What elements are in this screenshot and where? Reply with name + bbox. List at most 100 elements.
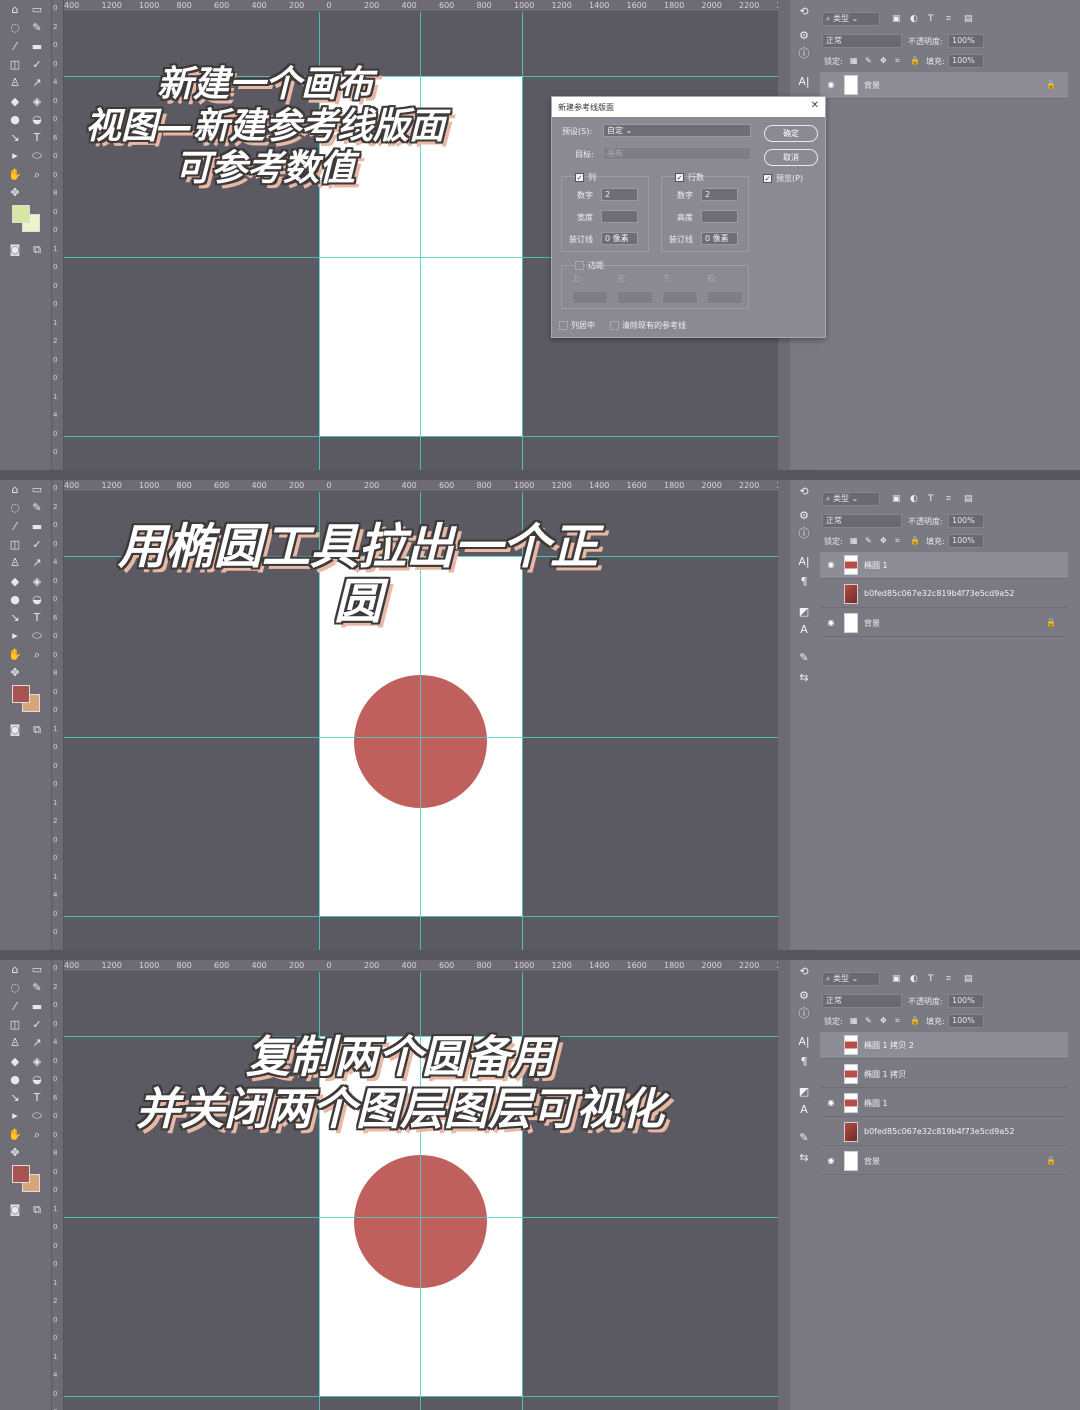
lock-pixels-icon[interactable]: ✎ [865, 536, 872, 545]
fill-field[interactable]: 100% [948, 1014, 984, 1028]
crop-icon[interactable]: ◫ [6, 537, 24, 553]
lock-position-icon[interactable]: ✥ [880, 56, 887, 65]
brush-panel-icon[interactable]: ✎ [796, 650, 812, 666]
hand-icon[interactable]: ✋ [6, 167, 24, 183]
move-tool-icon[interactable]: ✥ [6, 665, 24, 681]
layer-name[interactable]: 椭圆 1 拷贝 2 [864, 1040, 914, 1051]
shape-icon[interactable]: ⬭ [28, 628, 46, 644]
layer-visibility-eye-icon[interactable]: ◉ [826, 618, 836, 628]
pixel-filter-icon[interactable]: ▣ [892, 14, 901, 24]
crop-icon[interactable]: ◫ [6, 57, 24, 73]
layer-name[interactable]: 背景 [864, 1156, 880, 1167]
type-icon[interactable]: T [28, 1090, 46, 1106]
margin-left-field[interactable] [617, 291, 653, 304]
guide-vertical[interactable] [522, 12, 523, 470]
brush-panel-icon[interactable]: ✎ [796, 1130, 812, 1146]
center-columns-checkbox[interactable] [559, 321, 568, 330]
layer-name[interactable]: 椭圆 1 [864, 560, 888, 571]
marquee-icon[interactable]: ▭ [28, 482, 46, 498]
blend-mode-select[interactable]: 正常 [822, 994, 902, 1008]
path-select-icon[interactable]: ▸ [6, 148, 24, 164]
layer-visibility-eye-icon[interactable]: ◉ [826, 1098, 836, 1108]
layer-filter-select[interactable]: ⌕ 类型 ⌄ [822, 492, 880, 506]
preset-select[interactable]: 自定 ⌄ [603, 124, 751, 137]
swatch-panel-icon[interactable]: ◩ [796, 1084, 812, 1100]
marquee-icon[interactable]: ▭ [28, 2, 46, 18]
history-panel-icon[interactable]: ⟲ [796, 4, 812, 20]
pixel-filter-icon[interactable]: ▣ [892, 494, 901, 504]
move-icon[interactable]: ⌂ [6, 962, 24, 978]
hand-icon[interactable]: ✋ [6, 647, 24, 663]
path-select-icon[interactable]: ▸ [6, 628, 24, 644]
layer-row[interactable]: b0fed85c067e32c819b4f73e5cd9a52 [820, 581, 1068, 608]
path-select-icon[interactable]: ▸ [6, 1108, 24, 1124]
eraser-icon[interactable]: ◆ [6, 94, 24, 110]
quick-mask-icon[interactable]: ◙ [6, 1202, 24, 1218]
columns-checkbox[interactable]: ✓ [575, 173, 584, 182]
blend-mode-select[interactable]: 正常 [822, 514, 902, 528]
eraser-icon[interactable]: ◆ [6, 574, 24, 590]
adjustments-icon[interactable]: ⚙ [796, 508, 812, 524]
columns-gutter-field[interactable]: 0 像素 [601, 232, 638, 245]
opacity-field[interactable]: 100% [948, 34, 984, 48]
lasso-icon[interactable]: ◌ [6, 20, 24, 36]
cancel-button[interactable]: 取消 [764, 149, 818, 166]
stamp-icon[interactable]: ♙ [6, 1035, 24, 1051]
glyphs-icon[interactable]: A [796, 1102, 812, 1118]
margin-checkbox[interactable] [575, 261, 584, 270]
adjustments-icon[interactable]: ⚙ [796, 988, 812, 1004]
opacity-field[interactable]: 100% [948, 994, 984, 1008]
magic-wand-icon[interactable]: ✎ [28, 500, 46, 516]
eraser-icon[interactable]: ◆ [6, 1054, 24, 1070]
lock-artboard-icon[interactable]: ⌗ [895, 1016, 900, 1026]
lock-position-icon[interactable]: ✥ [880, 536, 887, 545]
shape-filter-icon[interactable]: ⌗ [946, 494, 951, 504]
layer-row[interactable]: b0fed85c067e32c819b4f73e5cd9a52 [820, 1119, 1068, 1146]
quick-mask-icon[interactable]: ◙ [6, 242, 24, 258]
eyedropper-icon[interactable]: ⁄ [6, 519, 24, 535]
blur-icon[interactable]: ● [6, 592, 24, 608]
paragraph-icon[interactable]: ¶ [796, 574, 812, 590]
type-filter-icon[interactable]: T [928, 494, 934, 504]
margin-bottom-field[interactable] [662, 291, 698, 304]
layer-row[interactable]: 椭圆 1 拷贝 [820, 1061, 1068, 1088]
lock-artboard-icon[interactable]: ⌗ [895, 536, 900, 546]
layer-visibility-eye-icon[interactable] [826, 1069, 836, 1079]
width-field[interactable] [601, 210, 638, 223]
info-icon[interactable]: ⓘ [796, 526, 812, 542]
screen-mode-icon[interactable]: ⧉ [28, 242, 46, 258]
adjustment-filter-icon[interactable]: ◐ [910, 494, 918, 504]
history-panel-icon[interactable]: ⟲ [796, 964, 812, 980]
guide-horizontal[interactable] [64, 1396, 778, 1397]
info-icon[interactable]: ⓘ [796, 1006, 812, 1022]
layer-name[interactable]: 椭圆 1 拷贝 [864, 1069, 906, 1080]
screen-mode-icon[interactable]: ⧉ [28, 722, 46, 738]
target-select[interactable]: 画布 [603, 147, 751, 160]
close-icon[interactable]: ✕ [811, 100, 819, 111]
eyedropper-icon[interactable]: ⁄ [6, 999, 24, 1015]
character-icon[interactable]: A| [796, 74, 812, 90]
screen-mode-icon[interactable]: ⧉ [28, 1202, 46, 1218]
smart-object-filter-icon[interactable]: ▤ [964, 494, 973, 504]
layer-filter-select[interactable]: ⌕ 类型 ⌄ [822, 12, 880, 26]
rows-gutter-field[interactable]: 0 像素 [701, 232, 738, 245]
marquee-icon[interactable]: ▭ [28, 962, 46, 978]
lock-transparent-icon[interactable]: ▦ [850, 536, 858, 545]
guide-horizontal[interactable] [64, 737, 778, 738]
info-icon[interactable]: ⓘ [796, 46, 812, 62]
foreground-color-swatch[interactable] [12, 205, 30, 223]
clear-guides-checkbox[interactable] [610, 321, 619, 330]
blend-mode-select[interactable]: 正常 [822, 34, 902, 48]
adjustment-filter-icon[interactable]: ◐ [910, 14, 918, 24]
layer-row[interactable]: ◉ 椭圆 1 [820, 552, 1068, 579]
layer-visibility-eye-icon[interactable] [826, 1040, 836, 1050]
lock-all-icon[interactable]: 🔒 [910, 536, 920, 545]
dodge-icon[interactable]: ◒ [28, 1072, 46, 1088]
stamp-icon[interactable]: ♙ [6, 555, 24, 571]
move-icon[interactable]: ⌂ [6, 2, 24, 18]
layer-row[interactable]: ◉ 背景 🔒 [820, 610, 1068, 637]
adjustments-icon[interactable]: ⚙ [796, 28, 812, 44]
smart-object-filter-icon[interactable]: ▤ [964, 14, 973, 24]
move-tool-icon[interactable]: ✥ [6, 185, 24, 201]
guide-horizontal[interactable] [64, 436, 778, 437]
